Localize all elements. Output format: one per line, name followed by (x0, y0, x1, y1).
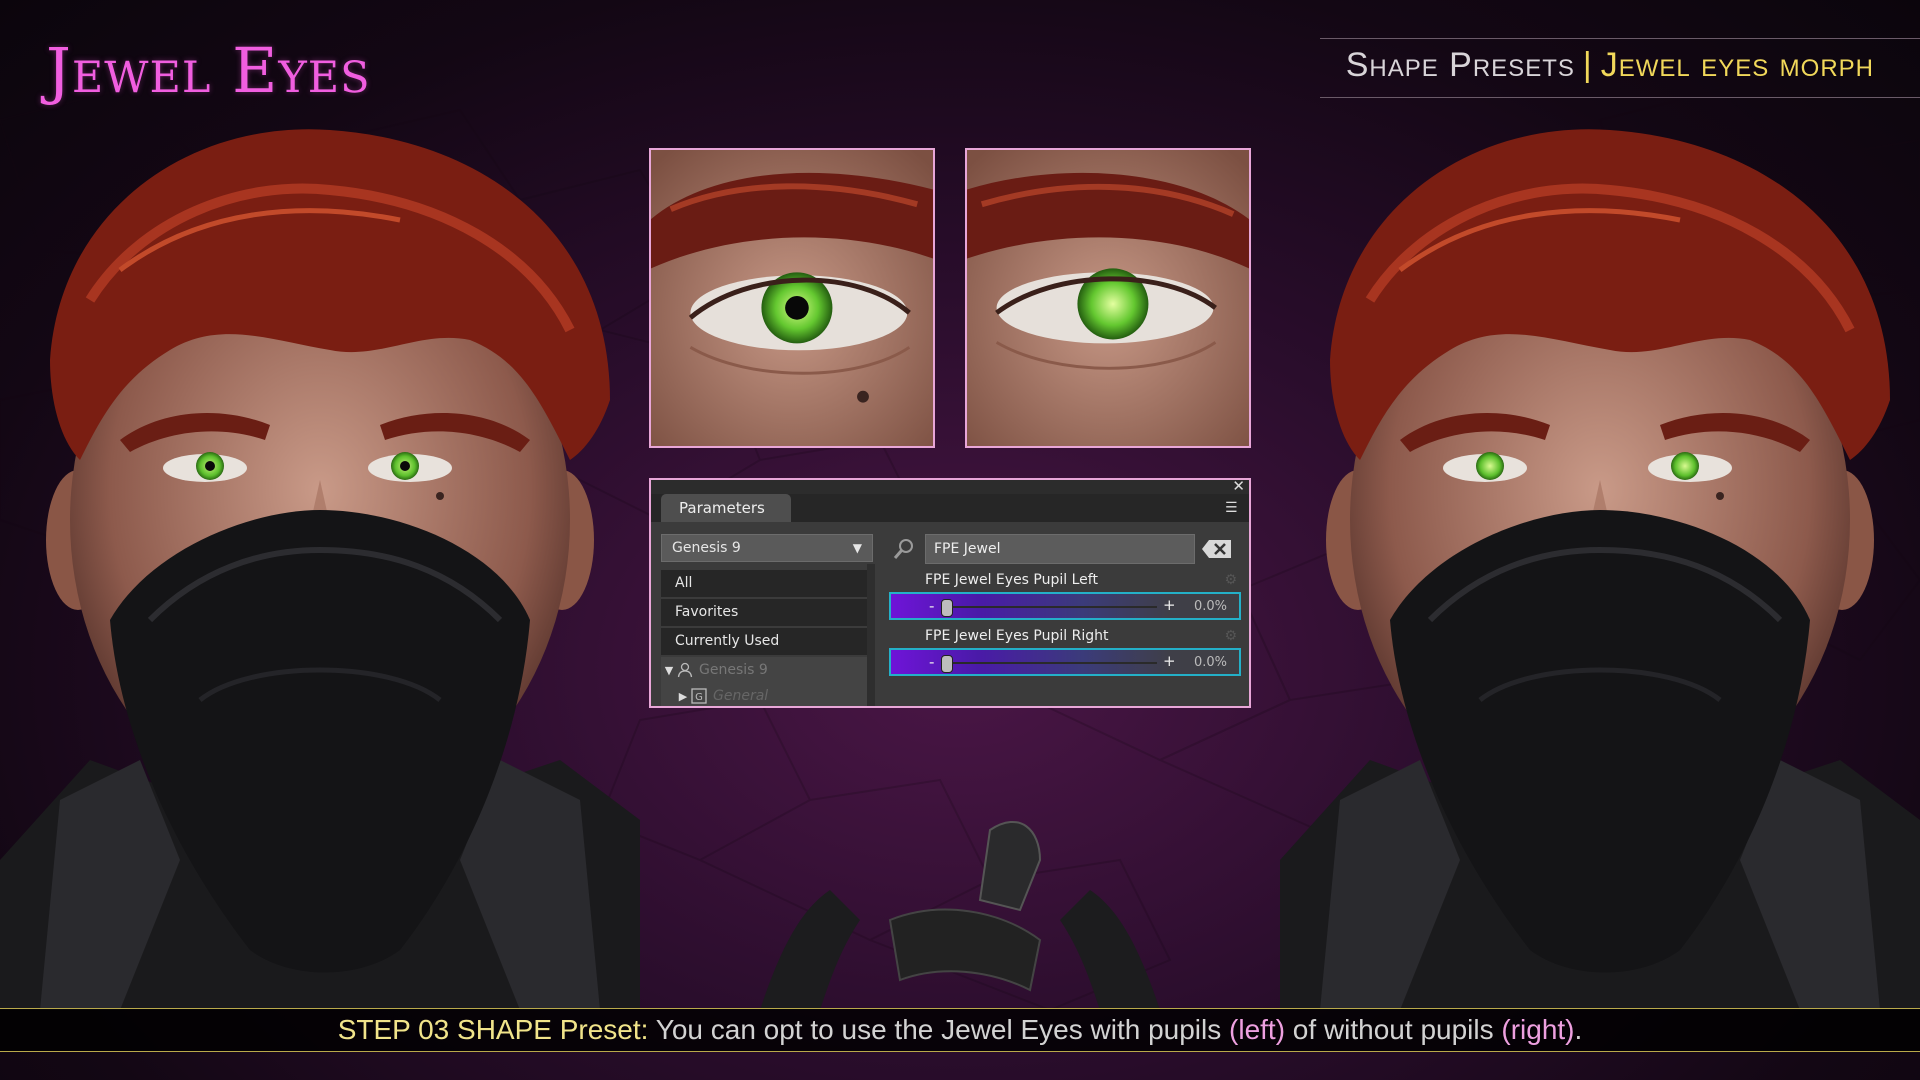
header-rule-top (1320, 38, 1920, 39)
svg-text:G: G (695, 692, 703, 703)
header-breadcrumb: Shape Presets | Jewel eyes morph (1346, 46, 1874, 85)
gear-icon[interactable]: ⚙ (1224, 572, 1237, 588)
header-section: Shape Presets (1345, 46, 1575, 84)
chevron-down-icon: ▼ (852, 541, 862, 555)
group-item-all[interactable]: All (661, 570, 873, 599)
search-input[interactable] (925, 534, 1195, 564)
slider-handle[interactable] (941, 655, 953, 673)
eye-closeup-without-pupil (965, 148, 1251, 448)
panel-title-strip (651, 480, 1249, 494)
parameters-panel: ✕ Parameters ☰ Genesis 9 ▼ All Favorites… (649, 478, 1251, 708)
tree-item-genesis-9[interactable]: ▼ Genesis 9 (661, 657, 873, 683)
parameter-label: FPE Jewel Eyes Pupil Right (925, 628, 1109, 644)
panel-close-icon[interactable]: ✕ (1232, 480, 1245, 495)
slider-track (941, 662, 1157, 664)
caption-text-2: of without pupils (1285, 1014, 1502, 1045)
panel-menu-icon[interactable]: ☰ (1225, 500, 1243, 516)
eye-closeup-with-pupil-render (651, 150, 933, 446)
pupil-right-slider[interactable]: - + 0.0% (889, 648, 1241, 676)
caption-text-1: You can opt to use the Jewel Eyes with p… (648, 1014, 1230, 1045)
figure-with-pupils-render (0, 129, 640, 1010)
parameter-pupil-left: FPE Jewel Eyes Pupil Left ⚙ - + 0.0% (889, 570, 1241, 622)
figure-select-value: Genesis 9 (672, 540, 741, 556)
caption-bar: STEP 03 SHAPE Preset: You can opt to use… (0, 1008, 1920, 1052)
header-rule-bottom (1320, 97, 1920, 98)
expand-right-icon[interactable]: ▶ (675, 684, 691, 706)
gear-icon[interactable]: ⚙ (1224, 628, 1237, 644)
figure-without-pupils (1280, 100, 1920, 1010)
category-scrollbar[interactable] (867, 564, 875, 706)
slider-increment[interactable]: + (1163, 596, 1176, 614)
slider-track (941, 606, 1157, 608)
category-column: Genesis 9 ▼ All Favorites Currently Used… (661, 534, 873, 706)
parameter-label: FPE Jewel Eyes Pupil Left (925, 572, 1098, 588)
caption-left: (left) (1229, 1014, 1286, 1045)
eye-closeup-without-pupil-render (967, 150, 1249, 446)
group-list: All Favorites Currently Used ▼ Genesis 9 … (661, 570, 873, 706)
figure-without-pupils-render (1280, 129, 1920, 1010)
expand-down-icon[interactable]: ▼ (661, 658, 677, 684)
caption-step: STEP 03 SHAPE Preset: (337, 1014, 649, 1045)
group-icon: G (691, 688, 707, 704)
search-icon (893, 539, 913, 559)
pupil-left-slider[interactable]: - + 0.0% (889, 592, 1241, 620)
brand-title: Jewel Eyes (46, 34, 371, 107)
caption-right: (right) (1501, 1014, 1575, 1045)
tree-item-label: Genesis 9 (699, 662, 768, 678)
clear-search-icon[interactable] (1201, 538, 1233, 560)
slider-value: 0.0% (1193, 655, 1227, 670)
header-separator: | (1582, 46, 1593, 84)
parameter-pupil-right: FPE Jewel Eyes Pupil Right ⚙ - + 0.0% (889, 626, 1241, 678)
slider-decrement[interactable]: - (929, 597, 934, 615)
header-subtitle: Jewel eyes morph (1600, 46, 1874, 84)
figure-with-pupils (0, 100, 640, 1010)
caption-end: . (1574, 1014, 1583, 1045)
panel-tab-bar: Parameters ☰ (651, 494, 1249, 522)
group-item-favorites[interactable]: Favorites (661, 599, 873, 628)
slider-decrement[interactable]: - (929, 653, 934, 671)
eye-closeup-with-pupil (649, 148, 935, 448)
figure-icon (677, 662, 693, 678)
slider-increment[interactable]: + (1163, 652, 1176, 670)
parameter-column: FPE Jewel Eyes Pupil Left ⚙ - + 0.0% FPE… (889, 534, 1241, 706)
slider-value: 0.0% (1193, 599, 1227, 614)
group-item-currently-used[interactable]: Currently Used (661, 628, 873, 657)
tab-parameters[interactable]: Parameters (661, 494, 791, 522)
tree-item-general[interactable]: ▶ G General (661, 683, 873, 706)
jacket-buckle-detail (760, 820, 1160, 1010)
tree-item-label: General (713, 688, 769, 704)
slider-handle[interactable] (941, 599, 953, 617)
figure-select[interactable]: Genesis 9 ▼ (661, 534, 873, 562)
